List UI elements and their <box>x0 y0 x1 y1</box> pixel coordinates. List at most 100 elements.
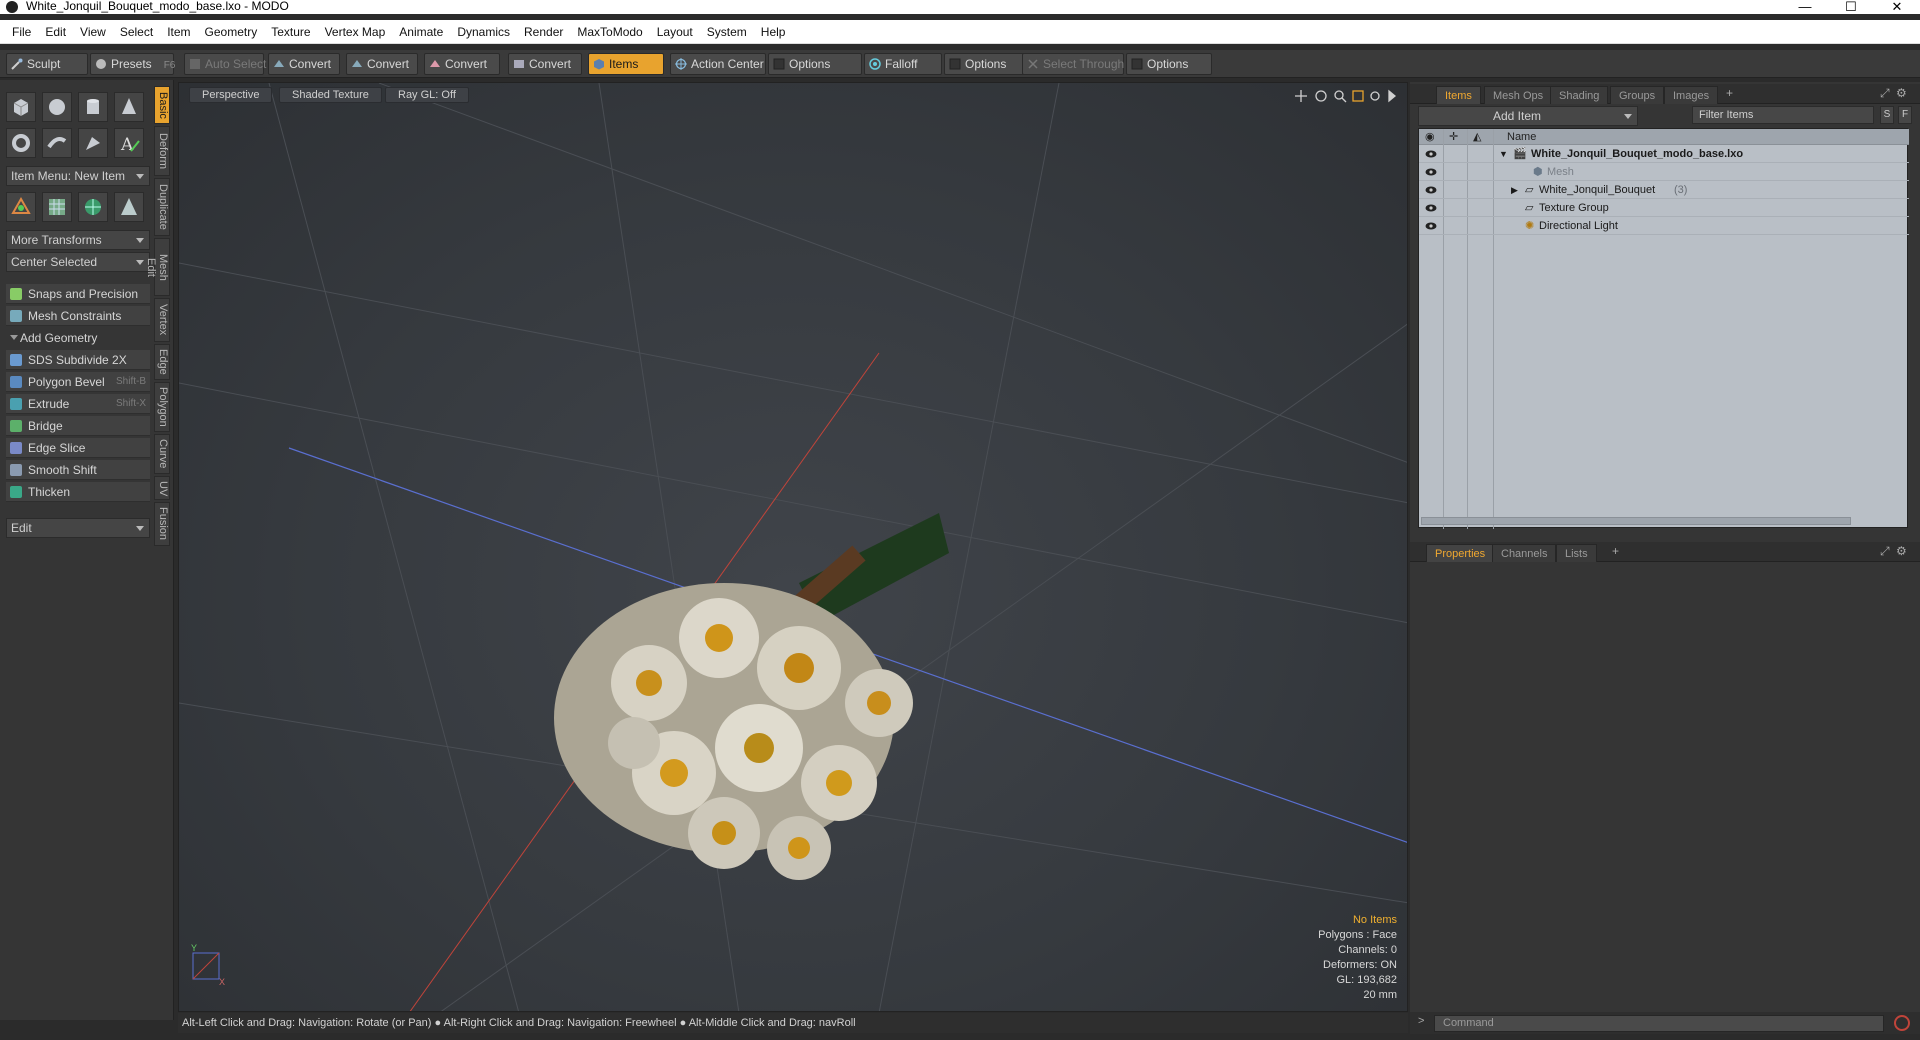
polygon-bevel-button[interactable]: Polygon Bevel Shift-B <box>6 372 150 392</box>
sculpt-button[interactable]: Sculpt <box>6 53 88 75</box>
fit-icon[interactable] <box>1352 90 1364 102</box>
transform-gizmo-icon[interactable] <box>6 192 36 222</box>
panel-gear-icon[interactable]: ⚙ <box>1896 544 1907 558</box>
tab-edge[interactable]: Edge <box>154 344 170 380</box>
command-input[interactable]: Command <box>1434 1015 1884 1032</box>
select-through-options-button[interactable]: Options <box>1126 53 1212 75</box>
expand-arrow-icon[interactable]: ▶ <box>1511 181 1518 199</box>
extrude-button[interactable]: Extrude Shift-X <box>6 394 150 414</box>
expand-icon[interactable]: ⤢ <box>1880 86 1890 101</box>
collapse-arrow-icon[interactable]: ▼ <box>1499 145 1508 163</box>
filter-s-button[interactable]: S <box>1880 106 1894 124</box>
center-selected-dropdown[interactable]: Center Selected <box>6 252 150 272</box>
maximize-button[interactable]: ☐ <box>1828 0 1874 14</box>
convert-edges-button[interactable]: Convert <box>346 53 418 75</box>
grid-icon[interactable] <box>42 192 72 222</box>
add-tab-icon[interactable]: + <box>1612 544 1619 558</box>
item-row-scene[interactable]: ▼ 🎬 White_Jonquil_Bouquet_modo_base.lxo <box>1419 145 1909 163</box>
perspective-button[interactable]: Perspective <box>189 87 273 103</box>
thicken-button[interactable]: Thicken <box>6 482 150 502</box>
viewport-gear-icon[interactable] <box>1370 91 1380 101</box>
name-column-header[interactable]: Name <box>1507 129 1536 145</box>
tab-vertex[interactable]: Vertex <box>154 298 170 342</box>
tab-curve[interactable]: Curve <box>154 434 170 474</box>
falloff-button[interactable]: Falloff <box>864 53 942 75</box>
panel-gear-icon[interactable]: ⚙ <box>1896 86 1907 100</box>
tab-images[interactable]: Images <box>1664 86 1719 104</box>
more-transforms-dropdown[interactable]: More Transforms <box>6 230 150 250</box>
convert-materials-button[interactable]: Convert <box>508 53 582 75</box>
menu-maxtomodo[interactable]: MaxToModo <box>570 20 649 44</box>
eye-icon[interactable] <box>1425 185 1437 195</box>
raygl-button[interactable]: Ray GL: Off <box>385 87 469 103</box>
action-center-button[interactable]: Action Center <box>670 53 766 75</box>
items-mode-button[interactable]: Items <box>588 53 664 75</box>
tab-channels[interactable]: Channels <box>1492 544 1557 562</box>
smooth-shift-button[interactable]: Smooth Shift <box>6 460 150 480</box>
add-geometry-section[interactable]: Add Geometry <box>6 329 150 347</box>
item-row-directional-light[interactable]: ✺ Directional Light <box>1419 217 1909 235</box>
menu-render[interactable]: Render <box>517 20 570 44</box>
tab-groups[interactable]: Groups <box>1610 86 1665 104</box>
menu-vertex-map[interactable]: Vertex Map <box>318 20 393 44</box>
mesh-constraints-button[interactable]: Mesh Constraints <box>6 306 150 326</box>
3d-viewport[interactable]: Perspective Shaded Texture Ray GL: Off Y… <box>178 82 1408 1012</box>
menu-edit[interactable]: Edit <box>38 20 73 44</box>
expand-icon[interactable]: ⤢ <box>1880 544 1890 559</box>
text-tool-icon[interactable]: A <box>114 128 144 158</box>
eye-icon[interactable] <box>1425 149 1437 159</box>
horizontal-scrollbar[interactable] <box>1421 517 1851 525</box>
edit-dropdown[interactable]: Edit <box>6 518 150 538</box>
tab-properties[interactable]: Properties <box>1426 544 1495 562</box>
convert-vertices-button[interactable]: Convert <box>268 53 340 75</box>
rotate-icon[interactable] <box>1315 90 1327 102</box>
zoom-icon[interactable] <box>1334 90 1344 100</box>
bridge-button[interactable]: Bridge <box>6 416 150 436</box>
tab-items[interactable]: Items <box>1436 86 1481 104</box>
tab-mesh-edit[interactable]: Mesh Edit <box>145 238 170 296</box>
menu-dynamics[interactable]: Dynamics <box>450 20 517 44</box>
cylinder-icon[interactable] <box>78 92 108 122</box>
select-through-button[interactable]: Select Through <box>1022 53 1124 75</box>
snaps-precision-button[interactable]: Snaps and Precision <box>6 284 150 304</box>
record-icon[interactable] <box>1894 1015 1910 1031</box>
filter-f-button[interactable]: F <box>1898 106 1912 124</box>
auto-select-button[interactable]: Auto Select <box>184 53 266 75</box>
pan-icon[interactable] <box>1295 90 1307 102</box>
tab-shading[interactable]: Shading <box>1550 86 1609 104</box>
item-row-mesh[interactable]: ⬢ Mesh <box>1419 163 1909 181</box>
tab-deform[interactable]: Deform <box>154 126 170 176</box>
viewport-menu-icon[interactable] <box>1388 89 1397 103</box>
menu-system[interactable]: System <box>700 20 754 44</box>
tab-uv[interactable]: UV <box>154 476 170 500</box>
menu-item[interactable]: Item <box>160 20 197 44</box>
menu-help[interactable]: Help <box>754 20 793 44</box>
presets-button[interactable]: Presets F6 <box>90 53 175 75</box>
tab-mesh-ops[interactable]: Mesh Ops <box>1484 86 1553 104</box>
action-center-options-button[interactable]: Options <box>768 53 862 75</box>
menu-animate[interactable]: Animate <box>392 20 450 44</box>
edge-slice-button[interactable]: Edge Slice <box>6 438 150 458</box>
cone-icon[interactable] <box>114 92 144 122</box>
cube-icon[interactable] <box>6 92 36 122</box>
menu-geometry[interactable]: Geometry <box>198 20 265 44</box>
convert-polygons-button[interactable]: Convert <box>424 53 500 75</box>
eye-icon[interactable] <box>1425 203 1437 213</box>
eye-icon[interactable] <box>1425 221 1437 231</box>
sds-subdivide-button[interactable]: SDS Subdivide 2X <box>6 350 150 370</box>
falloff-options-button[interactable]: Options <box>944 53 1024 75</box>
shading-mode-button[interactable]: Shaded Texture <box>279 87 382 103</box>
tab-basic[interactable]: Basic <box>154 86 170 124</box>
tab-fusion[interactable]: Fusion <box>154 502 170 546</box>
tab-polygon[interactable]: Polygon <box>154 382 170 432</box>
menu-layout[interactable]: Layout <box>650 20 700 44</box>
capsule-icon[interactable] <box>42 128 72 158</box>
minimize-button[interactable]: — <box>1782 0 1828 14</box>
torus-icon[interactable] <box>6 128 36 158</box>
sphere-icon[interactable] <box>42 92 72 122</box>
add-item-dropdown[interactable]: Add Item <box>1418 106 1638 126</box>
menu-view[interactable]: View <box>73 20 113 44</box>
add-tab-icon[interactable]: + <box>1726 86 1733 100</box>
item-row-texture-group[interactable]: ▱ Texture Group <box>1419 199 1909 217</box>
menu-select[interactable]: Select <box>113 20 160 44</box>
